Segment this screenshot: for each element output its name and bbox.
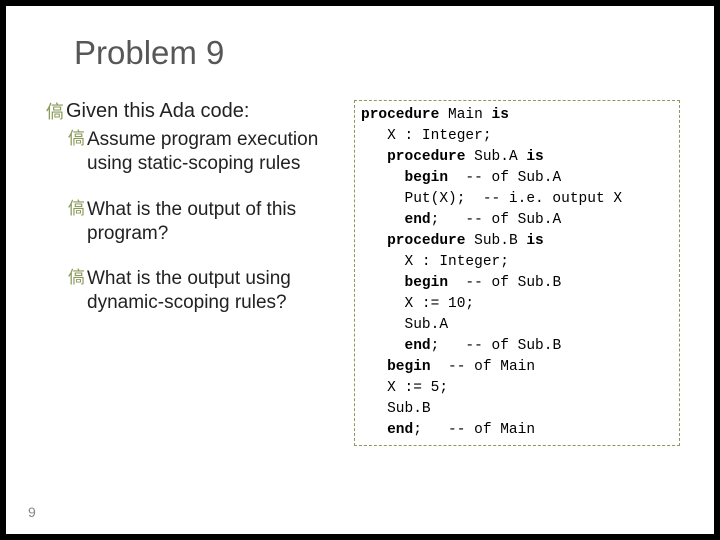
code-text: ; -- of Main xyxy=(413,422,535,438)
code-text: X : Integer; xyxy=(361,128,492,144)
bullet-sub-text: Assume program execution using static-sc… xyxy=(87,128,336,176)
bullet-sub-1: 傐 Assume program execution using static-… xyxy=(68,128,336,176)
bullet-sub-3: 傐 What is the output using dynamic-scopi… xyxy=(68,267,336,315)
code-text: -- of Main xyxy=(431,359,535,375)
code-text: ; -- of Sub.A xyxy=(431,212,562,228)
bullet-sub-2: 傐 What is the output of this program? xyxy=(68,198,336,246)
left-column: 傐 Given this Ada code: 傐 Assume program … xyxy=(46,100,336,446)
bullet-icon: 傐 xyxy=(68,198,85,246)
code-text xyxy=(361,149,387,165)
code-kw: procedure xyxy=(387,149,465,165)
slide: Problem 9 傐 Given this Ada code: 傐 Assum… xyxy=(6,6,714,534)
bullet-main-text: Given this Ada code: xyxy=(66,100,249,124)
code-text: Sub.A xyxy=(361,317,448,333)
code-text xyxy=(361,170,405,186)
code-text xyxy=(361,233,387,249)
code-kw: is xyxy=(526,149,543,165)
code-text: -- of Sub.B xyxy=(448,275,561,291)
bullet-icon: 傐 xyxy=(68,267,85,315)
code-kw: begin xyxy=(405,275,449,291)
code-text: Sub.B xyxy=(465,233,526,249)
slide-title: Problem 9 xyxy=(74,34,680,72)
code-text: Put(X); -- i.e. output X xyxy=(361,191,622,207)
code-block: procedure Main is X : Integer; procedure… xyxy=(354,100,680,446)
bullet-sub-text: What is the output using dynamic-scoping… xyxy=(87,267,336,315)
code-text: Main xyxy=(439,107,491,123)
code-text: X := 5; xyxy=(361,380,448,396)
bullet-sub-text: What is the output of this program? xyxy=(87,198,336,246)
bullet-main: 傐 Given this Ada code: xyxy=(46,100,336,124)
code-text: X : Integer; xyxy=(361,254,509,270)
content-row: 傐 Given this Ada code: 傐 Assume program … xyxy=(46,100,680,446)
code-kw: end xyxy=(405,338,431,354)
bullet-icon: 傐 xyxy=(46,100,64,124)
code-text: ; -- of Sub.B xyxy=(431,338,562,354)
code-kw: procedure xyxy=(387,233,465,249)
code-kw: end xyxy=(405,212,431,228)
code-kw: begin xyxy=(405,170,449,186)
code-text: -- of Sub.A xyxy=(448,170,561,186)
bullet-icon: 傐 xyxy=(68,128,85,176)
code-kw: begin xyxy=(387,359,431,375)
code-text: X := 10; xyxy=(361,296,474,312)
code-text xyxy=(361,338,405,354)
code-kw: end xyxy=(387,422,413,438)
code-kw: is xyxy=(526,233,543,249)
page-number: 9 xyxy=(28,504,36,520)
code-text xyxy=(361,275,405,291)
code-kw: procedure xyxy=(361,107,439,123)
code-kw: is xyxy=(492,107,509,123)
code-text: Sub.A xyxy=(465,149,526,165)
code-text xyxy=(361,422,387,438)
code-text: Sub.B xyxy=(361,401,431,417)
code-text xyxy=(361,212,405,228)
code-text xyxy=(361,359,387,375)
